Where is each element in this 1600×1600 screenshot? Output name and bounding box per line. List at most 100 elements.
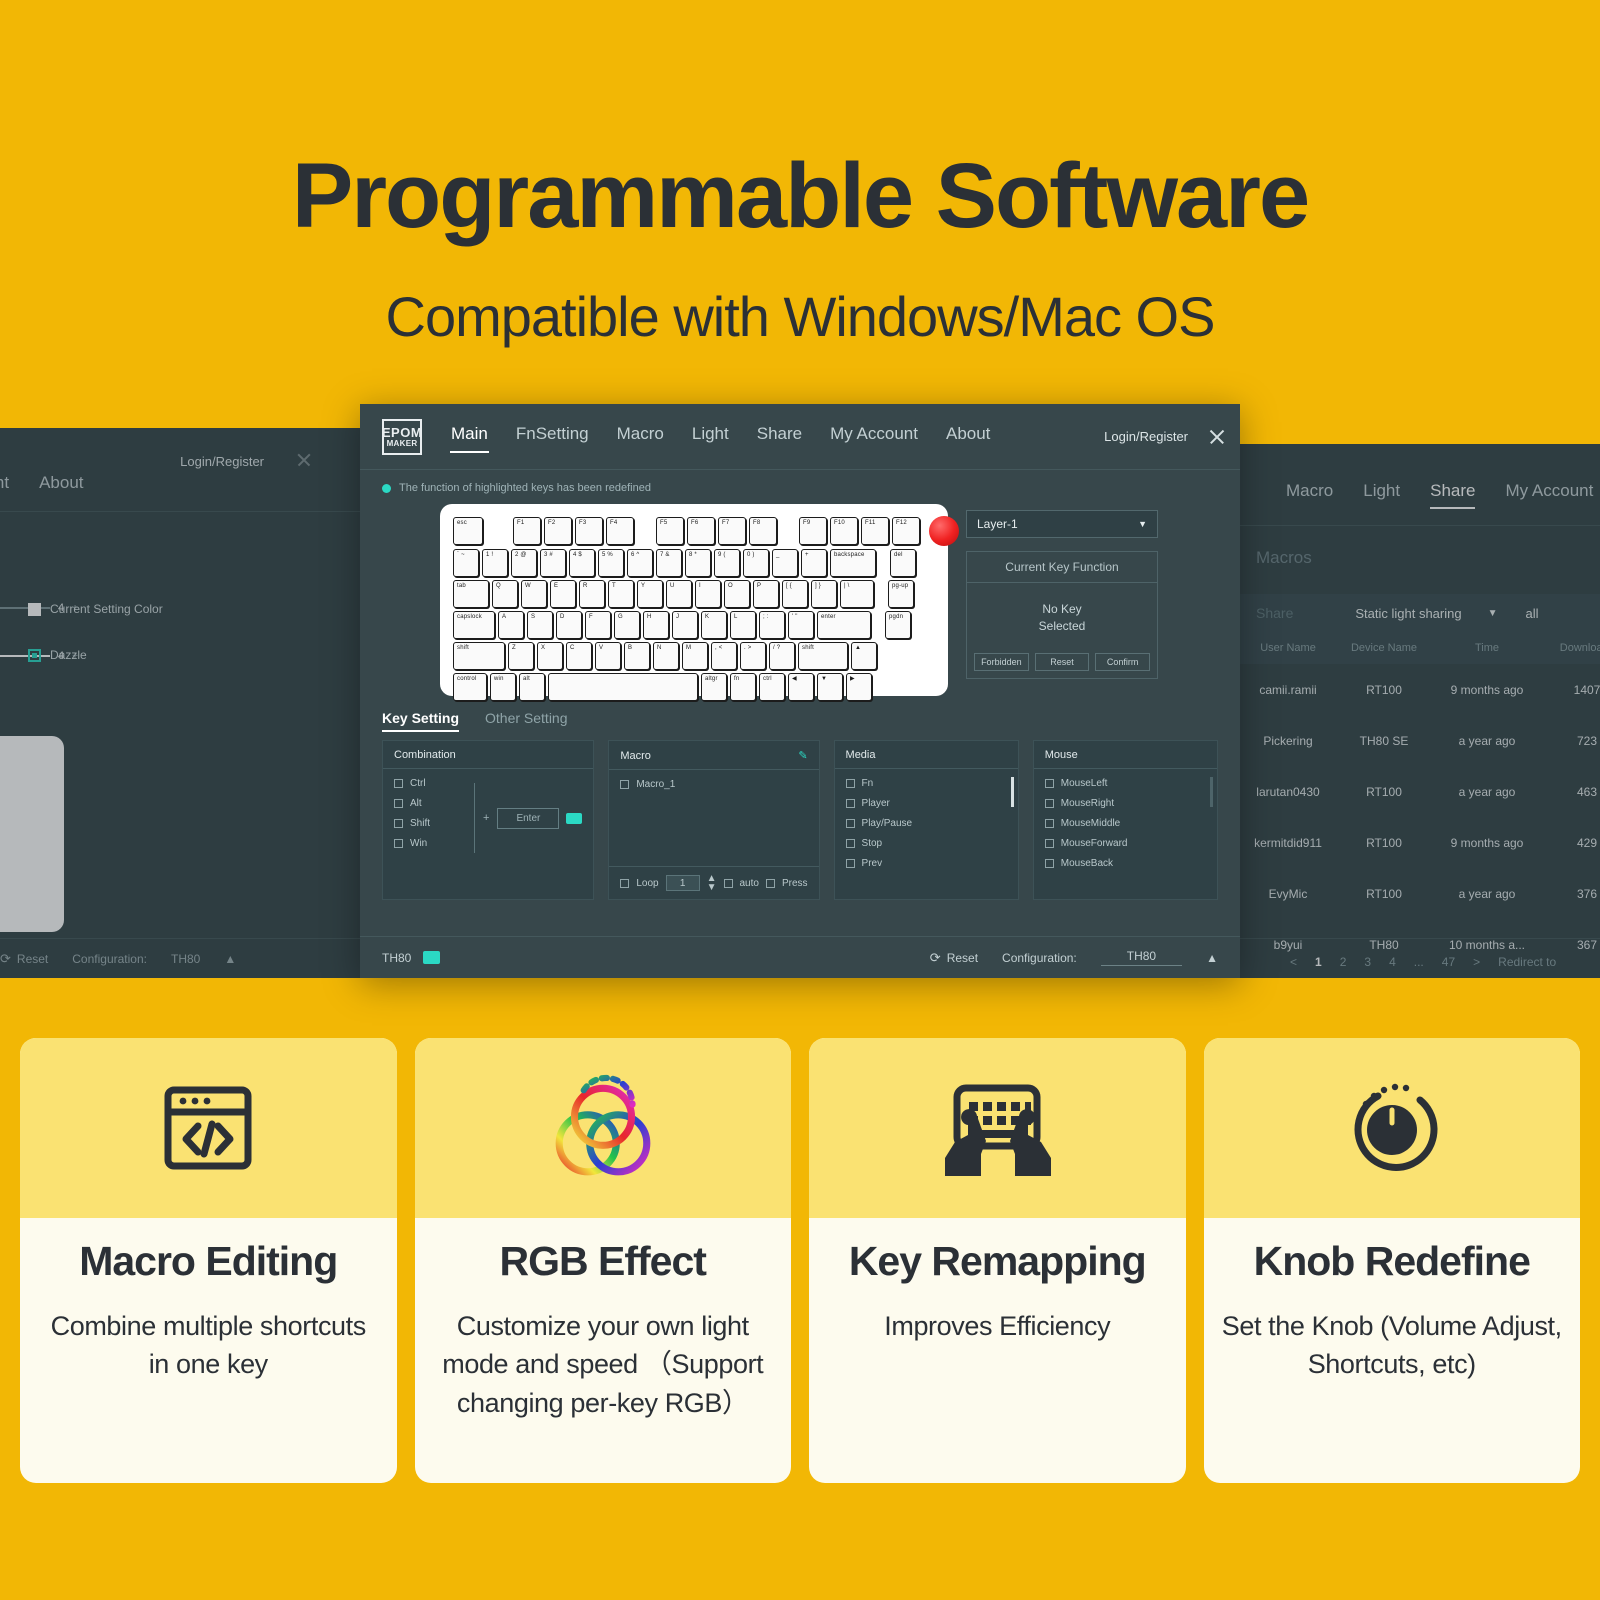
key-1[interactable]: 1 !	[482, 549, 508, 577]
left-configuration-value[interactable]: TH80	[171, 952, 200, 966]
table-row[interactable]: camii.ramii RT100 9 months ago 1407	[1240, 664, 1600, 715]
key-d[interactable]: D	[556, 611, 582, 639]
key-t[interactable]: T	[608, 580, 634, 608]
key-[interactable]: / ?	[769, 642, 795, 670]
key-c[interactable]: C	[566, 642, 592, 670]
key-f1[interactable]: F1	[513, 517, 541, 545]
tab-key-setting[interactable]: Key Setting	[382, 710, 460, 732]
checkbox-icon[interactable]	[620, 780, 630, 789]
option-current-setting-color[interactable]: Current Setting Color	[28, 602, 163, 616]
table-row[interactable]: larutan0430 RT100 a year ago 463	[1240, 766, 1600, 817]
tab-macro[interactable]: Macro	[616, 420, 665, 453]
key-tab[interactable]: tab	[453, 580, 489, 608]
color-swatch-icon[interactable]	[28, 602, 41, 616]
key-f11[interactable]: F11	[861, 517, 889, 545]
key-win[interactable]: win	[490, 673, 516, 701]
key-[interactable]: | \	[840, 580, 874, 608]
checkbox-icon[interactable]	[845, 779, 855, 788]
key-enter[interactable]: enter	[817, 611, 871, 639]
key-f2[interactable]: F2	[544, 517, 572, 545]
key-p[interactable]: P	[753, 580, 779, 608]
checkbox-icon[interactable]	[845, 799, 855, 808]
key-f9[interactable]: F9	[799, 517, 827, 545]
key-pgup[interactable]: pg-up	[888, 580, 914, 608]
key-h[interactable]: H	[643, 611, 669, 639]
left-reset-button[interactable]: ⟳ Reset	[0, 951, 48, 967]
tab-about[interactable]: About	[945, 420, 991, 453]
key-m[interactable]: M	[682, 642, 708, 670]
left-close-icon[interactable]	[296, 452, 312, 468]
key-f7[interactable]: F7	[718, 517, 746, 545]
key-[interactable]: +	[801, 549, 827, 577]
left-nav-item-about[interactable]: About	[39, 473, 83, 493]
key-pgdn[interactable]: pgdn	[885, 611, 911, 639]
key-5[interactable]: 5 %	[598, 549, 624, 577]
left-window-nav[interactable]: ount About	[0, 473, 84, 493]
key-9[interactable]: 9 (	[714, 549, 740, 577]
key-[interactable]: ] }	[811, 580, 837, 608]
key-4[interactable]: 4 $	[569, 549, 595, 577]
media-scrollbar[interactable]	[1010, 777, 1014, 889]
key-f[interactable]: F	[585, 611, 611, 639]
key-i[interactable]: I	[695, 580, 721, 608]
keyboard-layout[interactable]: esc F1 F2 F3 F4 F5 F6 F7 F8 F9 F10 F11 F12 ` ~1 ! 2 @…	[440, 504, 959, 701]
key-s[interactable]: S	[527, 611, 553, 639]
tab-share[interactable]: Share	[756, 420, 803, 453]
checkbox-stop[interactable]: Stop	[845, 838, 1007, 849]
right-nav-item-share[interactable]: Share	[1430, 481, 1476, 509]
stepper-arrows-icon[interactable]: ▲ ▼	[707, 874, 717, 893]
key-esc[interactable]: esc	[453, 517, 483, 545]
key-capslock[interactable]: capslock	[453, 611, 495, 639]
configuration-caret-icon[interactable]: ▲	[1206, 951, 1218, 965]
key-backspace[interactable]: backspace	[830, 549, 876, 577]
key-g[interactable]: G	[614, 611, 640, 639]
checkbox-checked-icon[interactable]	[28, 648, 41, 662]
key-r[interactable]: R	[579, 580, 605, 608]
key-a[interactable]: A	[498, 611, 524, 639]
key-[interactable]: [ {	[782, 580, 808, 608]
checkbox-mouseback[interactable]: MouseBack	[1044, 858, 1206, 869]
checkbox-auto-icon[interactable]	[723, 878, 733, 888]
key-f3[interactable]: F3	[575, 517, 603, 545]
key-[interactable]: ` ~	[453, 549, 479, 577]
key-[interactable]: ◀	[788, 673, 814, 701]
left-login-register-link[interactable]: Login/Register	[180, 454, 264, 469]
checkbox-icon[interactable]	[394, 819, 403, 828]
key-[interactable]: ▼	[817, 673, 843, 701]
tab-fnsetting[interactable]: FnSetting	[515, 420, 590, 453]
key-shift[interactable]: shift	[453, 642, 505, 670]
key-e[interactable]: E	[550, 580, 576, 608]
checkbox-icon[interactable]	[394, 839, 403, 848]
key-b[interactable]: B	[624, 642, 650, 670]
left-nav-item-account[interactable]: ount	[0, 473, 9, 493]
checkbox-icon[interactable]	[845, 859, 855, 868]
key-f12[interactable]: F12	[892, 517, 920, 545]
checkbox-mouseright[interactable]: MouseRight	[1044, 798, 1206, 809]
key-7[interactable]: 7 &	[656, 549, 682, 577]
rotary-knob[interactable]	[929, 516, 959, 546]
key-w[interactable]: W	[521, 580, 547, 608]
key-[interactable]: ▲	[851, 642, 877, 670]
checkbox-icon[interactable]	[394, 799, 403, 808]
key-fn[interactable]: fn	[730, 673, 756, 701]
checkbox-icon[interactable]	[845, 839, 855, 848]
key-x[interactable]: X	[537, 642, 563, 670]
key-control[interactable]: control	[453, 673, 487, 701]
key-f6[interactable]: F6	[687, 517, 715, 545]
combination-key-input[interactable]: Enter	[497, 807, 560, 829]
confirm-button[interactable]: Confirm	[1095, 653, 1151, 671]
checkbox-fn[interactable]: Fn	[845, 778, 1007, 789]
key-6[interactable]: 6 ^	[627, 549, 653, 577]
key-f4[interactable]: F4	[606, 517, 634, 545]
right-window-nav[interactable]: Macro Light Share My Account Abo	[1286, 481, 1600, 509]
edit-pencil-icon[interactable]: ✎	[798, 749, 807, 762]
left-keyboard-preview[interactable]: F9F10F11F12 0 )_+backspacedel P[ {] }| \…	[0, 736, 64, 932]
mouse-scrollbar[interactable]	[1210, 777, 1213, 889]
key-o[interactable]: O	[724, 580, 750, 608]
left-configuration-caret-icon[interactable]: ▲	[224, 952, 236, 966]
checkbox-icon[interactable]	[1044, 819, 1054, 828]
layer-selector[interactable]: Layer-1 ▼	[966, 510, 1158, 538]
key-k[interactable]: K	[701, 611, 727, 639]
key-del[interactable]: del	[890, 549, 916, 577]
key-f10[interactable]: F10	[830, 517, 858, 545]
